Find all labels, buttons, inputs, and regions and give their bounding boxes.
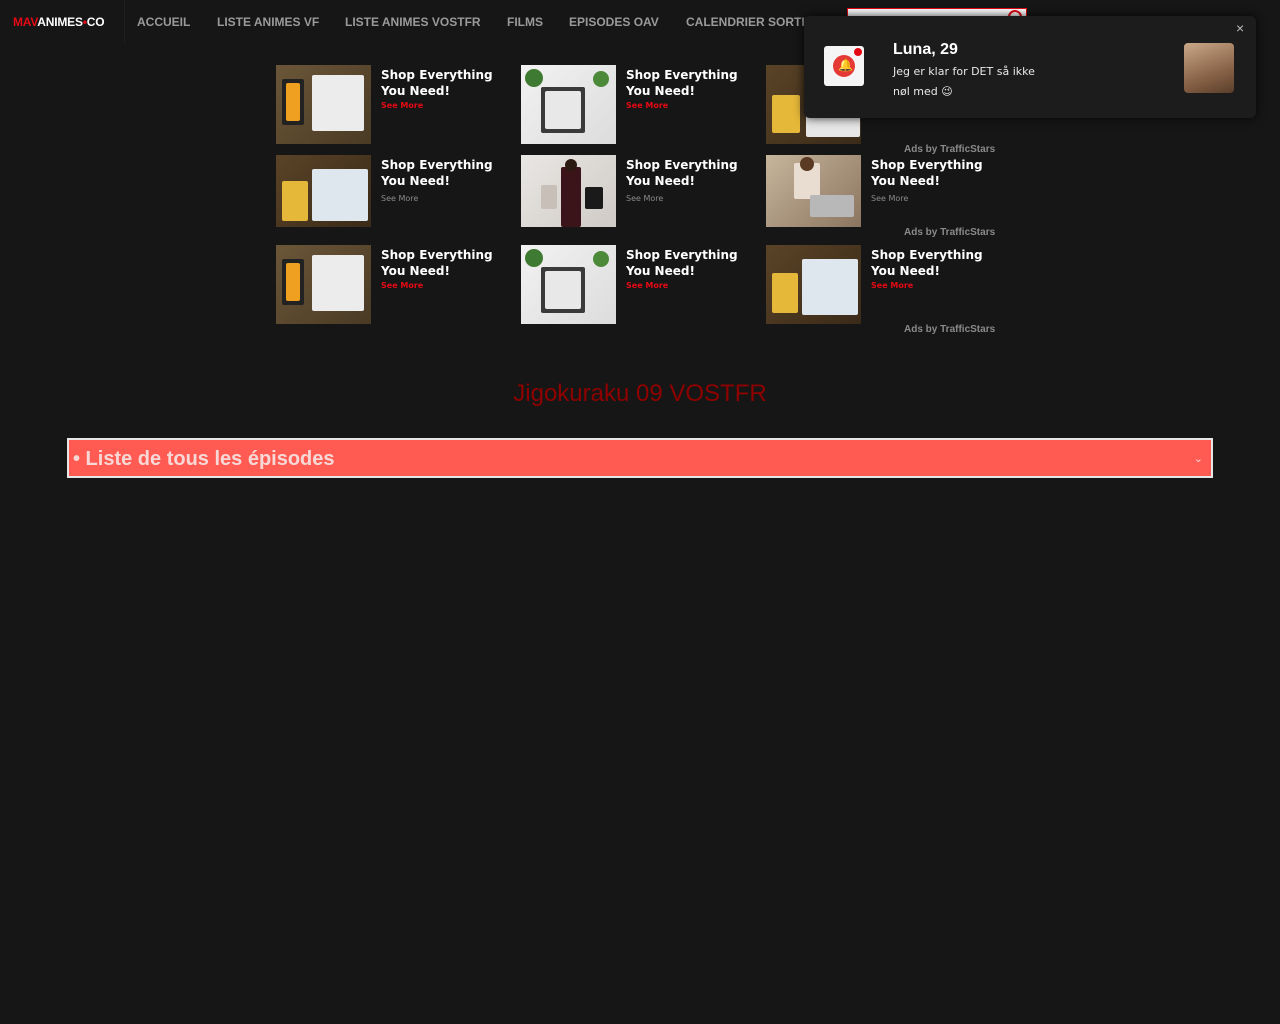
notification-popup[interactable]: 🔔 Luna, 29 Jeg er klar for DET så ikke n… — [804, 16, 1256, 118]
ad-title: Shop Everything You Need! — [626, 158, 738, 188]
ad-card[interactable]: Shop Everything You Need! See More — [276, 245, 511, 324]
ad-image-laptop — [766, 155, 861, 227]
nav-item-episodes-oav[interactable]: EPISODES OAV — [569, 15, 659, 29]
episode-list-dropdown[interactable]: • Liste de tous les épisodes ⌄ — [67, 438, 1213, 478]
ad-card[interactable]: Shop Everything You Need! See More — [766, 245, 1001, 324]
nav-divider — [124, 0, 125, 44]
close-icon[interactable]: × — [1236, 20, 1244, 36]
episode-list-label: • Liste de tous les épisodes — [73, 448, 335, 470]
ad-image-phone — [276, 245, 371, 324]
ad-card[interactable]: Shop Everything You Need! See More — [276, 65, 511, 144]
ad-title: Shop Everything You Need! — [626, 248, 738, 278]
ad-image-cards — [766, 245, 861, 324]
logo-part-co: CO — [86, 15, 105, 29]
ads-attribution[interactable]: Ads by TrafficStars — [904, 144, 995, 155]
nav-item-liste-animes-vostfr[interactable]: LISTE ANIMES VOSTFR — [345, 15, 481, 29]
notification-avatar — [1184, 43, 1234, 93]
notification-badge — [854, 48, 862, 56]
logo-part-animes: ANIMES — [37, 15, 83, 29]
nav-item-accueil[interactable]: ACCUEIL — [137, 15, 190, 29]
ad-see-more-link[interactable]: See More — [381, 281, 423, 290]
ad-title: Shop Everything You Need! — [381, 248, 493, 278]
ad-image-tablet — [521, 65, 616, 144]
ad-image-shopper — [521, 155, 616, 227]
ad-title: Shop Everything You Need! — [871, 248, 983, 278]
episode-title: Jigokuraku 09 VOSTFR — [513, 380, 767, 407]
ad-title: Shop Everything You Need! — [626, 68, 738, 98]
ads-attribution[interactable]: Ads by TrafficStars — [904, 324, 995, 335]
ad-see-more-link[interactable]: See More — [381, 194, 418, 203]
ad-see-more-link[interactable]: See More — [626, 281, 668, 290]
nav-item-liste-animes-vf[interactable]: LISTE ANIMES VF — [217, 15, 319, 29]
ad-see-more-link[interactable]: See More — [871, 281, 913, 290]
nav-item-calendrier-sorties[interactable]: CALENDRIER SORTIES — [686, 15, 821, 29]
ad-image-cards — [276, 155, 371, 227]
ad-see-more-link[interactable]: See More — [626, 194, 663, 203]
bell-icon: 🔔 — [824, 46, 864, 86]
site-logo[interactable]: MAVANIMES•CO — [13, 15, 105, 29]
chevron-down-icon[interactable]: ⌄ — [1194, 452, 1203, 465]
ad-image-tablet — [521, 245, 616, 324]
ads-attribution[interactable]: Ads by TrafficStars — [904, 227, 995, 238]
notification-sender-name: Luna, 29 — [893, 41, 958, 58]
ad-title: Shop Everything You Need! — [381, 158, 493, 188]
nav-item-films[interactable]: FILMS — [507, 15, 543, 29]
ad-title: Shop Everything You Need! — [871, 158, 983, 188]
ad-card[interactable]: Shop Everything You Need! See More — [521, 245, 756, 324]
ad-see-more-link[interactable]: See More — [871, 194, 908, 203]
ad-title: Shop Everything You Need! — [381, 68, 493, 98]
ad-card[interactable]: Shop Everything You Need! See More — [521, 65, 756, 144]
notification-message: Jeg er klar for DET så ikke nøl med 😉 — [893, 65, 1035, 98]
ad-card[interactable]: Shop Everything You Need! See More — [521, 155, 756, 227]
ad-see-more-link[interactable]: See More — [381, 101, 423, 110]
ad-card[interactable]: Shop Everything You Need! See More — [766, 155, 1001, 227]
logo-part-mav: MAV — [13, 15, 38, 29]
ad-image-phone — [276, 65, 371, 144]
ad-card[interactable]: Shop Everything You Need! See More — [276, 155, 511, 227]
ad-see-more-link[interactable]: See More — [626, 101, 668, 110]
